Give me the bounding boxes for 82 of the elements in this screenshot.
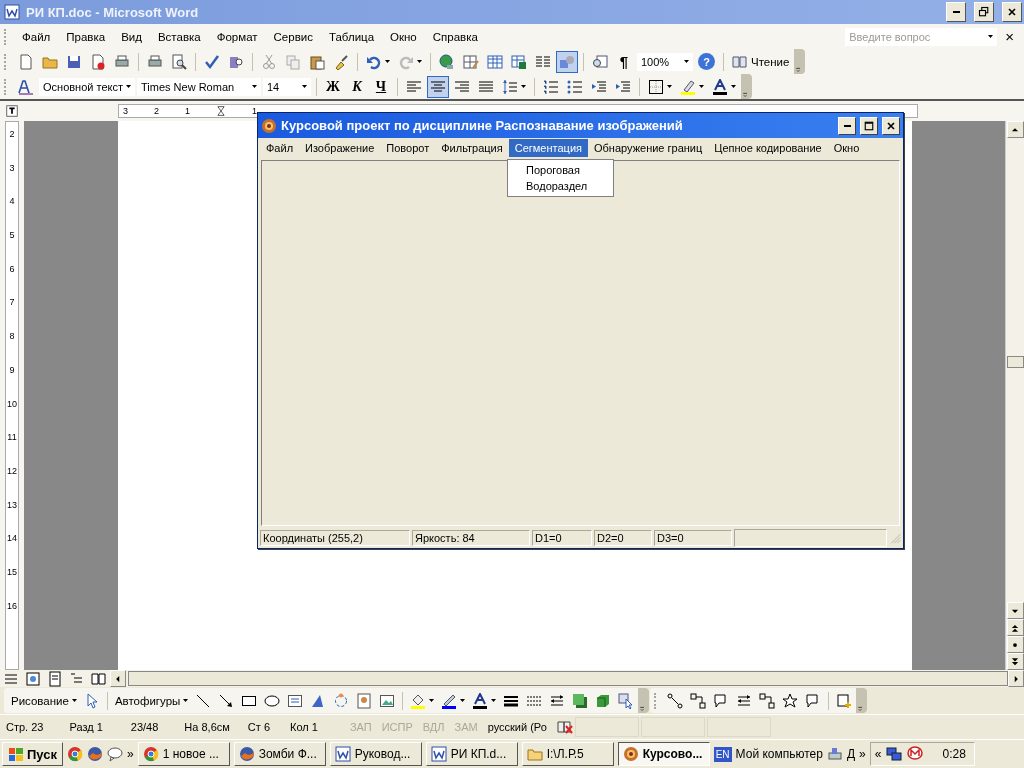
app-window-title: Курсовой проект по дисциплине Распознавание изображений <box>281 118 684 133</box>
ruler-number: 3 <box>9 162 15 173</box>
ruler-number: 7 <box>9 297 15 308</box>
window-title: РИ КП.doc - Microsoft Word <box>26 4 200 20</box>
bold-button[interactable]: Ж <box>322 75 344 98</box>
ruler-number: 1 <box>252 106 258 116</box>
ruler-number: 5 <box>9 230 15 241</box>
ruler-number: 14 <box>7 533 17 544</box>
status-panel: Координаты (255,2) <box>260 530 410 546</box>
menu-item[interactable]: Обнаружение границ <box>588 139 709 157</box>
ruler-number: 9 <box>9 364 15 375</box>
menu-item[interactable]: Поворот <box>380 139 436 157</box>
taskbar-button[interactable]: Руковод... <box>329 742 422 766</box>
drawing-menu-button[interactable]: Рисование <box>8 689 80 712</box>
taskbar-button[interactable]: РИ КП.d... <box>425 742 518 766</box>
menu-item[interactable]: Окно <box>383 28 424 45</box>
menu-item[interactable]: Правка <box>59 28 113 45</box>
taskbar-button[interactable]: I:\Л.Р.5 <box>521 742 614 766</box>
font-field[interactable]: Times New Roman <box>137 77 261 96</box>
ruler-number: 1 <box>185 106 191 116</box>
taskbar-button[interactable]: Зомби Ф... <box>233 742 326 766</box>
ruler-number: 2 <box>9 129 15 139</box>
menu-item[interactable]: Формат <box>209 28 265 45</box>
ruler-number: 8 <box>9 331 15 342</box>
menu-item[interactable]: Вставка <box>150 28 208 45</box>
menu-item[interactable]: Пороговая <box>508 162 613 178</box>
taskbar-button[interactable]: Курсово... <box>617 742 710 766</box>
status-panel: D2=0 <box>594 530 652 546</box>
italic-button[interactable]: К <box>346 75 368 98</box>
status-text: ЗАП <box>349 721 372 733</box>
menu-item[interactable]: Справка <box>425 28 485 45</box>
menu-item[interactable]: Изображение <box>299 139 381 157</box>
menu-item[interactable]: Сегментация <box>508 139 588 157</box>
status-text: На 8,6см <box>184 721 230 733</box>
status-panel: Яркость: 84 <box>412 530 530 546</box>
status-panel: D3=0 <box>654 530 732 546</box>
ruler-number: 6 <box>9 263 15 274</box>
font-size-field[interactable]: 14 <box>263 77 311 96</box>
ruler-number: 3 <box>123 106 128 116</box>
clock: 0:28 <box>942 747 966 761</box>
status-text: ИСПР <box>381 721 413 733</box>
ruler-number: 2 <box>154 106 160 116</box>
taskbar-button[interactable]: 1 новое ... <box>137 742 230 766</box>
menu-item[interactable]: Окно <box>827 139 866 157</box>
autoshapes-menu-button[interactable]: Автофигуры <box>111 689 192 712</box>
toolbar-label: Мой компьютер <box>735 747 823 761</box>
status-text: Разд 1 <box>69 721 103 733</box>
ruler-number: 13 <box>7 499 17 510</box>
ruler-number: 4 <box>9 196 15 207</box>
status-text: 23/48 <box>130 721 159 733</box>
ruler-number: 11 <box>7 432 17 443</box>
status-panel: D1=0 <box>532 530 592 546</box>
menu-item[interactable]: Цепное кодирование <box>708 139 828 157</box>
quick-launch-more-button[interactable]: » <box>127 747 134 761</box>
menu-item[interactable]: Вид <box>114 28 149 45</box>
drive-label[interactable]: Д <box>846 747 856 761</box>
menu-item[interactable]: Файл <box>260 139 300 157</box>
status-text: Кол 1 <box>290 721 318 733</box>
status-text: Ст 6 <box>247 721 270 733</box>
status-text: Стр. 23 <box>6 721 44 733</box>
ruler-number: 15 <box>7 566 17 577</box>
status-text: ЗАМ <box>454 721 478 733</box>
menu-item[interactable]: Таблица <box>321 28 382 45</box>
toolbar-more-button[interactable]: » <box>859 747 866 761</box>
style-field[interactable]: Основной текст <box>39 77 135 96</box>
menu-item[interactable]: Водораздел <box>508 178 613 194</box>
ruler-number: 10 <box>7 398 17 409</box>
menu-item[interactable]: Сервис <box>266 28 320 45</box>
close-help-button[interactable]: × <box>999 28 1020 45</box>
pilcrow-button[interactable]: ¶ <box>613 50 635 73</box>
status-text: ВДЛ <box>422 721 445 733</box>
start-button[interactable]: Пуск <box>2 742 63 766</box>
reading-button[interactable]: Чтение <box>729 50 793 73</box>
tray-toggle-button[interactable]: « <box>874 747 882 761</box>
underline-button[interactable]: Ч <box>370 75 392 98</box>
ruler-number: 12 <box>7 465 17 476</box>
language-indicator[interactable]: EN <box>713 746 732 762</box>
menu-item[interactable]: Файл <box>15 28 58 45</box>
status-text: русский (Ро <box>487 721 547 733</box>
menu-item[interactable]: Фильтрация <box>435 139 509 157</box>
zoom-field[interactable]: 100% <box>637 52 693 71</box>
ruler-number: 16 <box>7 600 17 611</box>
